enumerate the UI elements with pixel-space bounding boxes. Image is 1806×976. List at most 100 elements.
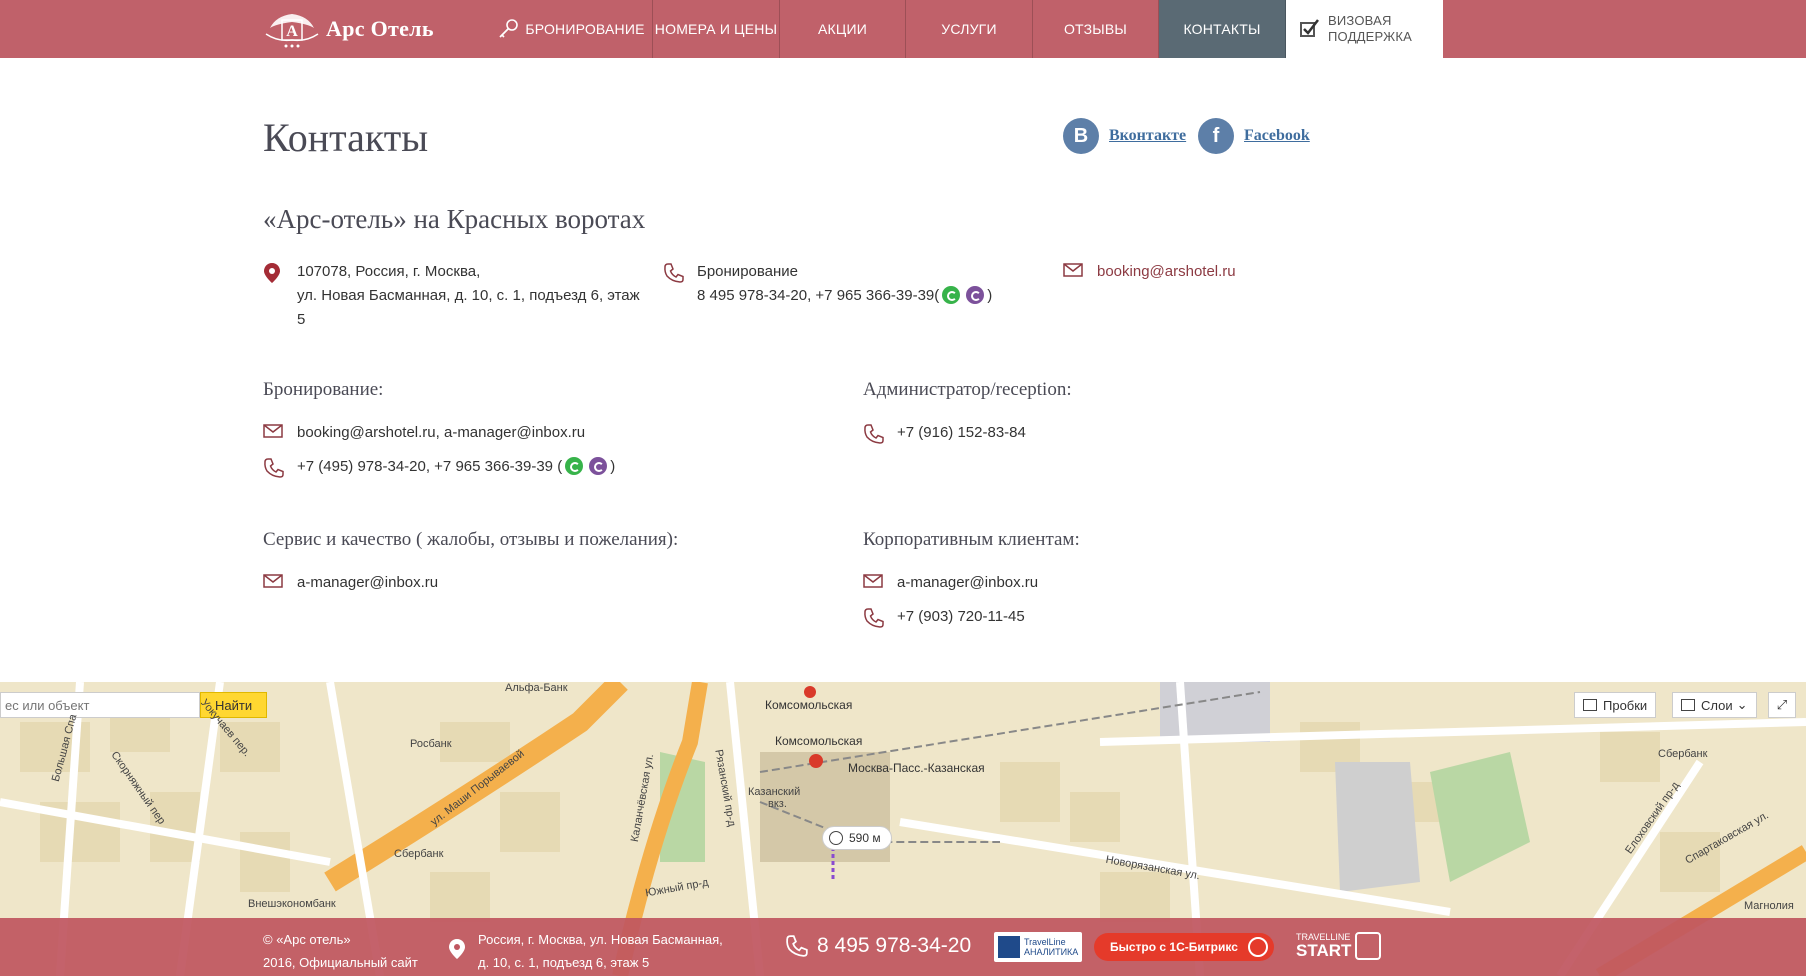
nav-item-visa-support[interactable]: Визовая поддержка [1286, 0, 1443, 58]
visa-label: Визовая поддержка [1328, 13, 1412, 45]
service-email[interactable]: a-manager@inbox.ru [297, 571, 438, 595]
address-block: 107078, Россия, г. Москва, ул. Новая Бас… [263, 260, 663, 332]
nav-label: Отзывы [1063, 21, 1128, 37]
bitrix-logo-icon [1247, 937, 1268, 957]
visa-label-line2: поддержка [1328, 29, 1413, 44]
paren-close: ) [610, 458, 616, 475]
vk-icon: B [1063, 118, 1099, 154]
map-label: Росбанк [410, 738, 452, 750]
top-email-link[interactable]: booking@arshotel.ru [1097, 260, 1236, 284]
traffic-button[interactable]: Пробки [1574, 692, 1657, 718]
viber-icon[interactable] [589, 457, 608, 475]
phone-icon [263, 455, 297, 479]
booking-phone-block: Бронирование 8 495 978-34-20, +7 965 366… [663, 260, 1063, 308]
tl-analytics-line2: АНАЛИТИКА [1024, 947, 1079, 957]
hotel-name-heading: «Арс-отель» на Красных воротах [263, 204, 646, 234]
travelline-shield-icon [1355, 932, 1382, 960]
nav-label: Акции [818, 21, 867, 37]
footer-address-line2: д. 10, с. 1, подъезд 6, этаж 5 [478, 955, 650, 970]
facebook-link[interactable]: Facebook [1244, 127, 1310, 145]
corporate-section-title: Корпоративным клиентам: [863, 529, 1080, 550]
viber-icon[interactable] [966, 286, 985, 304]
booking-email-row: booking@arshotel.ru, a-manager@inbox.ru [263, 421, 585, 445]
nav-item-rooms[interactable]: Номера и цены [653, 0, 780, 58]
nav-item-reviews[interactable]: Отзывы [1033, 0, 1159, 58]
travelline-analytics-badge[interactable]: TravelLine АНАЛИТИКА [994, 932, 1082, 962]
map-label: Комсомольская [775, 734, 863, 748]
social-facebook[interactable]: f Facebook [1198, 118, 1310, 154]
map-label: Москва-Пасс.-Казанская [848, 761, 985, 775]
bitrix-badge[interactable]: Быстро с 1С-Битрикс [1094, 933, 1274, 961]
fullscreen-button[interactable]: ⤢ [1768, 692, 1796, 718]
footer-phone[interactable]: 8 495 978-34-20 [785, 934, 971, 958]
booking-section-title: Бронирование: [263, 379, 384, 400]
footer-copyright: © «Арс отель» 2016, Официальный сайт [263, 928, 418, 974]
mail-icon [863, 571, 897, 589]
mail-icon [263, 571, 297, 589]
logo-emblem-icon: A [262, 8, 322, 50]
corporate-phone[interactable]: +7 (903) 720-11-45 [897, 605, 1025, 629]
admin-section-title: Администратор/reception: [863, 379, 1072, 400]
phone-icon [863, 605, 897, 629]
traffic-label: Пробки [1603, 697, 1648, 713]
map-pin-icon [263, 260, 297, 284]
nav-item-services[interactable]: Услуги [906, 0, 1033, 58]
booking-phone-label: Бронирование [697, 263, 799, 280]
tl-start-line2: START [1296, 941, 1352, 960]
booking-phone[interactable]: +7 (495) 978-34-20, +7 965 366-39-39 ( [297, 458, 562, 475]
nav-label: Услуги [941, 21, 997, 37]
booking-phone-numbers: 8 495 978-34-20, +7 965 366-39-39() [697, 284, 992, 308]
mail-icon [263, 421, 297, 439]
expand-icon: ⤢ [1776, 697, 1788, 712]
site-footer: © «Арс отель» 2016, Официальный сайт Рос… [0, 918, 1806, 976]
phone-icon [863, 421, 897, 445]
whatsapp-icon[interactable] [942, 286, 961, 304]
route-distance-badge[interactable]: 590 м [822, 826, 892, 850]
map-pin-icon [448, 938, 466, 974]
checkbox-check-icon [1300, 18, 1320, 41]
svg-text:A: A [286, 23, 298, 40]
top-header: A Арс Отель Бронирование Номера и цены А… [0, 0, 1806, 58]
traffic-icon [1583, 699, 1597, 711]
main-nav: Бронирование Номера и цены Акции Услуги … [490, 0, 1443, 58]
booking-phone-value[interactable]: 8 495 978-34-20, +7 965 366-39-39( [697, 287, 939, 304]
social-vk[interactable]: B Вконтакте [1063, 118, 1186, 154]
travelline-start-badge[interactable]: TRAVELLINE START [1296, 932, 1382, 960]
whatsapp-icon[interactable] [565, 457, 584, 475]
visa-label-line1: Визовая [1328, 13, 1392, 28]
admin-phone[interactable]: +7 (916) 152-83-84 [897, 421, 1026, 445]
address-line2: ул. Новая Басманная, д. 10, с. 1, подъез… [297, 287, 640, 304]
map-label: Внешэкономбанк [248, 898, 336, 910]
footer-address-line1: Россия, г. Москва, ул. Новая Басманная, [478, 932, 723, 947]
map-label: Сбербанк [1658, 748, 1708, 760]
nav-item-contacts[interactable]: Контакты [1159, 0, 1286, 58]
nav-label: Бронирование [525, 21, 645, 37]
map-label: вкз. [768, 798, 787, 810]
corporate-email-row: a-manager@inbox.ru [863, 571, 1038, 595]
map-search-input[interactable] [0, 692, 200, 718]
map-label: Магнолия [1744, 900, 1794, 912]
service-email-row: a-manager@inbox.ru [263, 571, 438, 595]
tl-analytics-line1: TravelLine [1024, 937, 1066, 947]
hotel-logo[interactable]: A Арс Отель [262, 8, 434, 50]
map-label: Казанский [748, 786, 801, 798]
service-section-title: Сервис и качество ( жалобы, отзывы и пож… [263, 529, 679, 550]
corporate-email[interactable]: a-manager@inbox.ru [897, 571, 1038, 595]
admin-phone-row: +7 (916) 152-83-84 [863, 421, 1026, 445]
nav-item-booking[interactable]: Бронирование [490, 0, 653, 58]
page-title: Контакты [263, 115, 429, 160]
vk-link[interactable]: Вконтакте [1109, 127, 1186, 145]
phone-icon [785, 934, 809, 958]
nav-item-promotions[interactable]: Акции [780, 0, 906, 58]
analytics-bars-icon [998, 936, 1020, 958]
nav-label: Контакты [1183, 21, 1261, 37]
map-label: Альфа-Банк [505, 682, 568, 694]
booking-email[interactable]: booking@arshotel.ru, a-manager@inbox.ru [297, 421, 585, 445]
nav-label: Номера и цены [654, 21, 778, 37]
map-label: Комсомольская [765, 698, 853, 712]
layers-label: Слои [1701, 697, 1733, 713]
paren-close: ) [987, 287, 993, 304]
layers-button[interactable]: Слои ⌄ [1672, 692, 1757, 718]
top-email-block: booking@arshotel.ru [1063, 260, 1236, 284]
footer-phone-number: 8 495 978-34-20 [817, 934, 972, 957]
